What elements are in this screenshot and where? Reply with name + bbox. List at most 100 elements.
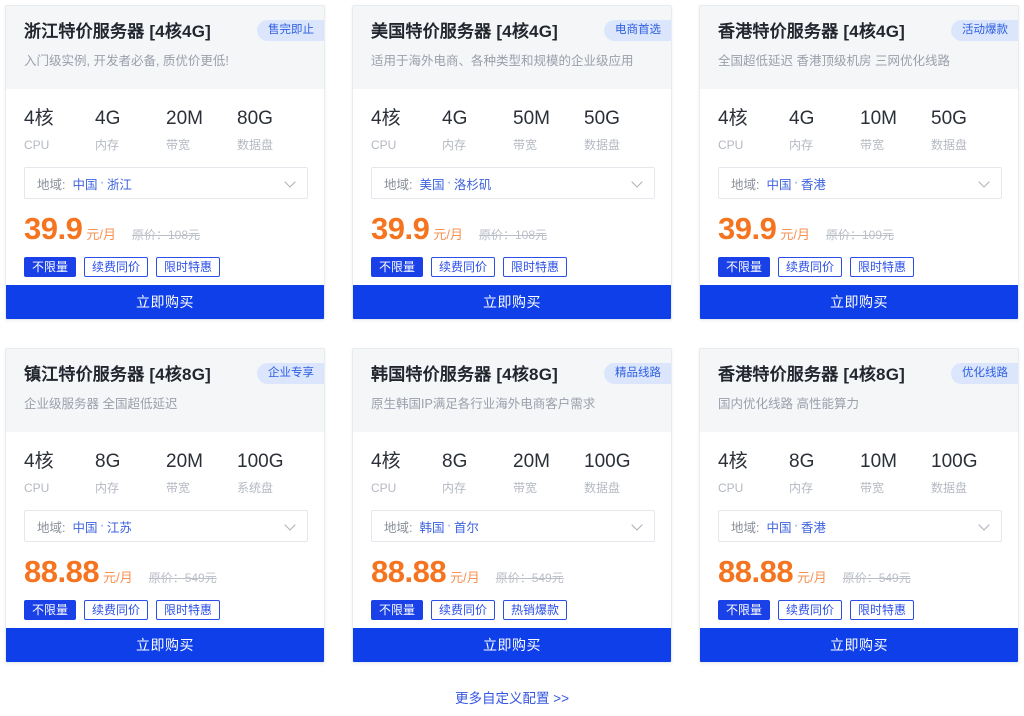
price-row: 88.88 元/月 原价：549元 [24,555,308,589]
chevron-down-icon[interactable] [632,177,644,189]
spec-item: 4核 CPU [371,450,442,496]
region-label: 地域: [384,520,413,535]
original-price: 原价：549元 [148,571,217,585]
buy-now-button[interactable]: 立即购买 [6,628,324,662]
spec-label: CPU [24,138,50,152]
spec-item: 10M 带宽 [860,450,931,496]
chevron-down-icon[interactable] [979,520,991,532]
region-country: 中国 [766,520,792,535]
spec-item: 4G 内存 [789,107,860,153]
spec-list: 4核 CPU 4G 内存 50M 带宽 50G 数据盘 [371,107,655,153]
spec-value: 4核 [371,451,401,472]
region-city: 首尔 [453,520,479,535]
spec-value: 10M [860,451,897,472]
region-country: 中国 [72,520,98,535]
spec-item: 4核 CPU [371,107,442,153]
product-card[interactable]: 香港特价服务器 [4核4G] 全国超低延迟 香港顶级机房 三网优化线路 活动爆款… [699,5,1019,320]
region-select[interactable]: 地域: 中国 · 香港 [718,510,1002,542]
card-subtitle: 入门级实例, 开发者必备, 质优价更低! [24,54,229,68]
spec-label: 数据盘 [584,481,621,495]
spec-item: 100G 数据盘 [584,450,655,496]
spec-value: 8G [442,451,468,472]
region-city: 香港 [800,520,826,535]
spec-label: 数据盘 [237,138,274,152]
buy-now-button[interactable]: 立即购买 [353,285,671,319]
promo-tag[interactable]: 不限量 [24,600,77,620]
spec-list: 4核 CPU 8G 内存 10M 带宽 100G 数据盘 [718,450,1002,496]
spec-item: 50M 带宽 [513,107,584,153]
spec-label: CPU [718,138,744,152]
card-body: 4核 CPU 4G 内存 10M 带宽 50G 数据盘 地域: 中国 · 香港 … [700,89,1018,285]
spec-list: 4核 CPU 4G 内存 20M 带宽 80G 数据盘 [24,107,308,153]
price-amount: 39.9 [371,211,430,246]
tag-list: 不限量 续费同价 限时特惠 [718,600,1002,620]
buy-now-button[interactable]: 立即购买 [700,285,1018,319]
status-badge: 优化线路 [951,363,1018,384]
region-country: 韩国 [419,520,445,535]
promo-tag[interactable]: 续费同价 [431,600,496,620]
spec-item: 50G 数据盘 [584,107,655,153]
promo-tag[interactable]: 不限量 [718,600,771,620]
spec-value: 10M [860,108,897,129]
price-row: 39.9 元/月 原价：108元 [24,212,308,246]
product-card[interactable]: 美国特价服务器 [4核4G] 适用于海外电商、各种类型和规模的企业级应用 电商首… [352,5,672,320]
card-subtitle: 国内优化线路 高性能算力 [718,397,859,411]
more-custom-config-link[interactable]: 更多自定义配置 >> [455,691,569,706]
spec-item: 8G 内存 [789,450,860,496]
spec-value: 20M [166,451,203,472]
promo-tag[interactable]: 不限量 [24,257,77,277]
card-body: 4核 CPU 8G 内存 10M 带宽 100G 数据盘 地域: 中国 · 香港… [700,432,1018,628]
spec-value: 4核 [24,451,54,472]
product-card[interactable]: 韩国特价服务器 [4核8G] 原生韩国IP满足各行业海外电商客户需求 精品线路 … [352,348,672,663]
region-label: 地域: [384,177,413,192]
chevron-down-icon[interactable] [632,520,644,532]
chevron-down-icon[interactable] [285,177,297,189]
product-card[interactable]: 浙江特价服务器 [4核4G] 入门级实例, 开发者必备, 质优价更低! 售完即止… [5,5,325,320]
card-header: 香港特价服务器 [4核8G] 国内优化线路 高性能算力 优化线路 [700,349,1018,432]
spec-item: 20M 带宽 [166,107,237,153]
promo-tag[interactable]: 热销爆款 [503,600,568,620]
region-select[interactable]: 地域: 中国 · 香港 [718,167,1002,199]
card-subtitle: 适用于海外电商、各种类型和规模的企业级应用 [371,54,634,68]
promo-tag[interactable]: 限时特惠 [156,257,221,277]
spec-value: 4G [95,108,121,129]
promo-tag[interactable]: 限时特惠 [850,600,915,620]
promo-tag[interactable]: 不限量 [371,600,424,620]
promo-tag[interactable]: 续费同价 [84,257,149,277]
card-header: 香港特价服务器 [4核4G] 全国超低延迟 香港顶级机房 三网优化线路 活动爆款 [700,6,1018,89]
spec-label: 带宽 [860,481,885,495]
price-amount: 88.88 [718,554,794,589]
promo-tag[interactable]: 限时特惠 [503,257,568,277]
promo-tag[interactable]: 续费同价 [84,600,149,620]
region-select[interactable]: 地域: 美国 · 洛杉矶 [371,167,655,199]
spec-value: 4核 [718,108,748,129]
chevron-down-icon[interactable] [285,520,297,532]
promo-tag[interactable]: 续费同价 [431,257,496,277]
buy-now-button[interactable]: 立即购买 [353,628,671,662]
region-select[interactable]: 地域: 中国 · 浙江 [24,167,308,199]
card-header: 镇江特价服务器 [4核8G] 企业级服务器 全国超低延迟 企业专享 [6,349,324,432]
promo-tag[interactable]: 不限量 [718,257,771,277]
product-card-grid: 浙江特价服务器 [4核4G] 入门级实例, 开发者必备, 质优价更低! 售完即止… [0,0,1024,663]
promo-tag[interactable]: 限时特惠 [850,257,915,277]
tag-list: 不限量 续费同价 限时特惠 [718,257,1002,277]
promo-tag[interactable]: 限时特惠 [156,600,221,620]
product-card[interactable]: 镇江特价服务器 [4核8G] 企业级服务器 全国超低延迟 企业专享 4核 CPU… [5,348,325,663]
buy-now-button[interactable]: 立即购买 [6,285,324,319]
promo-tag[interactable]: 续费同价 [778,600,843,620]
spec-value: 20M [513,451,550,472]
region-select[interactable]: 地域: 中国 · 江苏 [24,510,308,542]
spec-item: 4核 CPU [24,450,95,496]
promo-tag[interactable]: 不限量 [371,257,424,277]
chevron-down-icon[interactable] [979,177,991,189]
tag-list: 不限量 续费同价 限时特惠 [371,257,655,277]
spec-label: 内存 [789,481,814,495]
region-city: 洛杉矶 [453,177,492,192]
buy-now-button[interactable]: 立即购买 [700,628,1018,662]
spec-value: 4核 [24,108,54,129]
region-select[interactable]: 地域: 韩国 · 首尔 [371,510,655,542]
promo-tag[interactable]: 续费同价 [778,257,843,277]
product-card[interactable]: 香港特价服务器 [4核8G] 国内优化线路 高性能算力 优化线路 4核 CPU … [699,348,1019,663]
spec-label: 带宽 [513,138,538,152]
spec-item: 4核 CPU [24,107,95,153]
